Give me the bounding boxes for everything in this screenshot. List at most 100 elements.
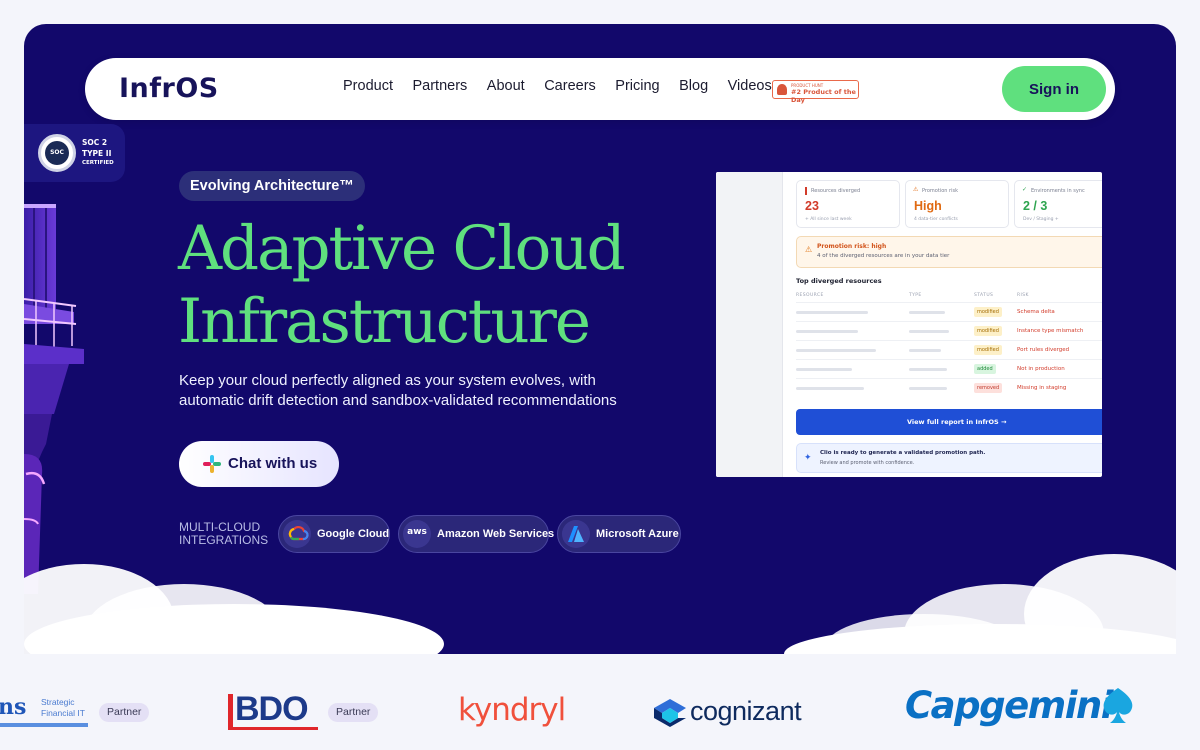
risk-text: Missing in staging: [1017, 385, 1067, 391]
nav-link-pricing[interactable]: Pricing: [615, 78, 659, 94]
column-header-type: TYPE: [909, 293, 922, 298]
capgemini-spade-icon: [1103, 688, 1133, 723]
nav-link-blog[interactable]: Blog: [679, 78, 708, 94]
soc-line3: CERTIFIED: [82, 160, 114, 166]
stat-sub: + All since last week: [805, 217, 852, 222]
table-row[interactable]: removed Missing in staging: [796, 378, 1102, 397]
google-cloud-icon: [283, 520, 311, 548]
headline-line2: Infrastructure: [178, 286, 591, 357]
type-placeholder: [909, 349, 941, 352]
resource-placeholder: [796, 387, 864, 390]
stat-card-environments: ✓ Environments in sync 2 / 3 Dev / Stagi…: [1014, 180, 1102, 228]
partner-name: BDO: [235, 690, 309, 728]
slack-icon: [203, 455, 221, 473]
partner-logo-strategic-financial[interactable]: ns Strategic Financial IT: [0, 694, 90, 734]
partner-logo-capgemini[interactable]: Capgemini: [905, 684, 1145, 744]
chat-with-us-button[interactable]: Chat with us: [179, 441, 339, 487]
stat-value: High: [914, 199, 942, 213]
alert-triangle-icon: ⚠: [805, 245, 813, 254]
mc-label-line1: MULTI-CLOUD: [179, 520, 261, 534]
azure-label: Microsoft Azure: [596, 528, 679, 540]
risk-title: Promotion risk: high: [817, 243, 887, 250]
table-row[interactable]: modified Schema delta: [796, 302, 1102, 321]
partner-logo-kyndryl[interactable]: kyndryl: [458, 692, 566, 728]
partner-name: Capgemini: [905, 684, 1113, 727]
status-badge: modified: [974, 307, 1002, 317]
partner-tag: Partner: [328, 703, 379, 722]
column-header-risk: RISK: [1017, 293, 1029, 298]
table-row[interactable]: modified Instance type mismatch: [796, 321, 1102, 340]
resource-placeholder: [796, 349, 876, 352]
partner-logo-bdo[interactable]: BDO: [228, 690, 320, 734]
subtext-line1: Keep your cloud perfectly aligned as you…: [179, 372, 596, 389]
evolving-architecture-pill: Evolving Architecture™: [179, 171, 365, 201]
chat-label: Chat with us: [228, 455, 318, 472]
clio-sub: Review and promote with confidence.: [820, 460, 915, 466]
table-title: Top diverged resources: [796, 277, 882, 285]
risk-text: Not in production: [1017, 366, 1065, 372]
risk-text: Schema delta: [1017, 309, 1055, 315]
partner-underline: [0, 723, 88, 727]
nav-link-videos[interactable]: Videos: [728, 78, 772, 94]
infros-logo[interactable]: InfrOS: [119, 73, 219, 104]
status-badge: modified: [974, 326, 1002, 336]
warning-icon: ⚠: [913, 187, 919, 193]
partner-name: ns: [0, 694, 27, 720]
promotion-risk-alert: ⚠ Promotion risk: high 4 of the diverged…: [796, 236, 1102, 268]
product-hunt-badge[interactable]: PRODUCT HUNT #2 Product of the Day: [772, 80, 859, 104]
aws-icon: aws: [403, 520, 431, 548]
partner-logo-cognizant[interactable]: cognizant: [654, 696, 814, 730]
lighthouse-illustration: [24, 204, 84, 594]
bdo-bar: [228, 694, 233, 727]
status-badge: removed: [974, 383, 1003, 393]
soc2-badge: SOC SOC 2 TYPE II CERTIFIED: [24, 124, 125, 182]
product-hunt-medal-icon: [777, 84, 787, 95]
stat-label: Promotion risk: [922, 188, 958, 194]
nav-link-product[interactable]: Product: [343, 78, 393, 94]
page: InfrOS Product Partners About Careers Pr…: [0, 0, 1200, 750]
type-placeholder: [909, 311, 945, 314]
status-badge: added: [974, 364, 996, 374]
aws-glyph: aws: [407, 527, 427, 537]
type-placeholder: [909, 330, 949, 333]
table-row[interactable]: modified Port rules diverged: [796, 340, 1102, 359]
integration-azure[interactable]: Microsoft Azure: [557, 515, 681, 553]
stat-value: 2 / 3: [1023, 199, 1048, 213]
integration-aws[interactable]: aws Amazon Web Services: [398, 515, 554, 553]
soc-line1: SOC 2: [82, 138, 108, 147]
bdo-underline: [228, 727, 318, 730]
partner-name: cognizant: [690, 696, 802, 726]
partner-tag: Partner: [99, 703, 150, 722]
view-full-report-button[interactable]: View full report in InfrOS →: [796, 409, 1102, 435]
hero-section: InfrOS Product Partners About Careers Pr…: [24, 24, 1176, 654]
resource-placeholder: [796, 368, 852, 371]
clio-assistant-banner: ✦ Clio is ready to generate a validated …: [796, 443, 1102, 473]
stat-card-resources: Resources diverged 23 + All since last w…: [796, 180, 900, 228]
sign-in-button[interactable]: Sign in: [1002, 66, 1106, 112]
stat-sub: 4 data-tier conflicts: [914, 217, 958, 222]
type-placeholder: [909, 368, 947, 371]
soc-line2: TYPE II: [82, 149, 112, 158]
dashboard-sidebar: [716, 172, 783, 477]
headline-line1: Adaptive Cloud: [178, 213, 626, 284]
table-row[interactable]: added Not in production: [796, 359, 1102, 378]
partner-sub1: Strategic: [41, 697, 75, 707]
cognizant-icon: [654, 699, 686, 727]
type-placeholder: [909, 387, 947, 390]
column-header-status: STATUS: [974, 293, 994, 298]
column-header-resource: RESOURCE: [796, 293, 824, 298]
integration-google-cloud[interactable]: Google Cloud: [278, 515, 390, 553]
mc-label-line2: INTEGRATIONS: [179, 533, 269, 547]
multi-cloud-label: MULTI-CLOUD INTEGRATIONS: [179, 521, 274, 547]
nav-link-about[interactable]: About: [487, 78, 525, 94]
hero-subtext: Keep your cloud perfectly aligned as you…: [179, 371, 649, 411]
resource-placeholder: [796, 330, 858, 333]
dashboard-preview: Resources diverged 23 + All since last w…: [716, 172, 1102, 477]
nav-link-partners[interactable]: Partners: [412, 78, 467, 94]
sparkle-icon: ✦: [804, 452, 812, 462]
risk-sub: 4 of the diverged resources are in your …: [817, 253, 950, 259]
aws-label: Amazon Web Services: [437, 528, 555, 540]
resource-placeholder: [796, 311, 868, 314]
stat-value: 23: [805, 199, 819, 213]
nav-link-careers[interactable]: Careers: [544, 78, 596, 94]
